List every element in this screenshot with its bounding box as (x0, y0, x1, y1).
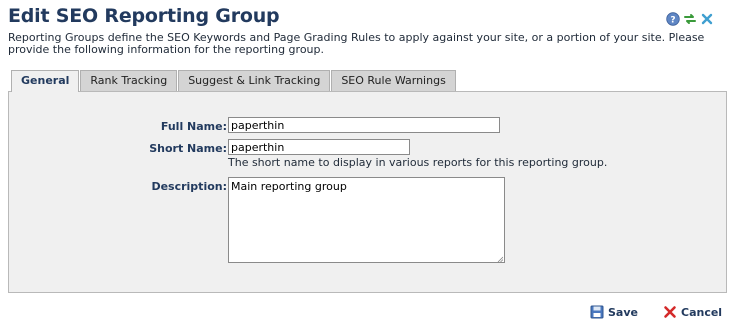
save-icon (590, 305, 604, 319)
resize-grip-icon[interactable] (497, 252, 504, 263)
page-title: Edit SEO Reporting Group (8, 5, 280, 27)
tab-seo-rule-warnings[interactable]: SEO Rule Warnings (331, 70, 456, 91)
svg-text:?: ? (670, 15, 675, 25)
description-textarea[interactable]: Main reporting group (228, 177, 505, 263)
cancel-icon (663, 305, 677, 319)
save-label: Save (608, 305, 638, 319)
cancel-label: Cancel (681, 305, 723, 319)
intro-text: Reporting Groups define the SEO Keywords… (8, 31, 705, 56)
general-panel: Full Name: Short Name: The short name to… (8, 91, 727, 293)
cancel-button[interactable]: Cancel (663, 305, 722, 319)
short-name-input[interactable] (228, 139, 410, 155)
refresh-icon[interactable] (683, 12, 697, 26)
short-name-label: Short Name: (149, 142, 227, 155)
tab-suggest-link-tracking[interactable]: Suggest & Link Tracking (178, 70, 331, 91)
tab-bar: General Rank Tracking Suggest & Link Tra… (11, 70, 457, 92)
tab-general[interactable]: General (11, 70, 80, 92)
help-icon[interactable]: ? (666, 12, 680, 26)
tab-rank-tracking[interactable]: Rank Tracking (80, 70, 178, 91)
full-name-label: Full Name: (160, 120, 227, 133)
save-button[interactable]: Save (590, 305, 638, 319)
description-label: Description: (151, 180, 227, 193)
close-icon[interactable] (700, 12, 714, 26)
full-name-input[interactable] (228, 117, 500, 133)
short-name-hint: The short name to display in various rep… (228, 156, 608, 169)
header-actions: ? (666, 12, 714, 26)
